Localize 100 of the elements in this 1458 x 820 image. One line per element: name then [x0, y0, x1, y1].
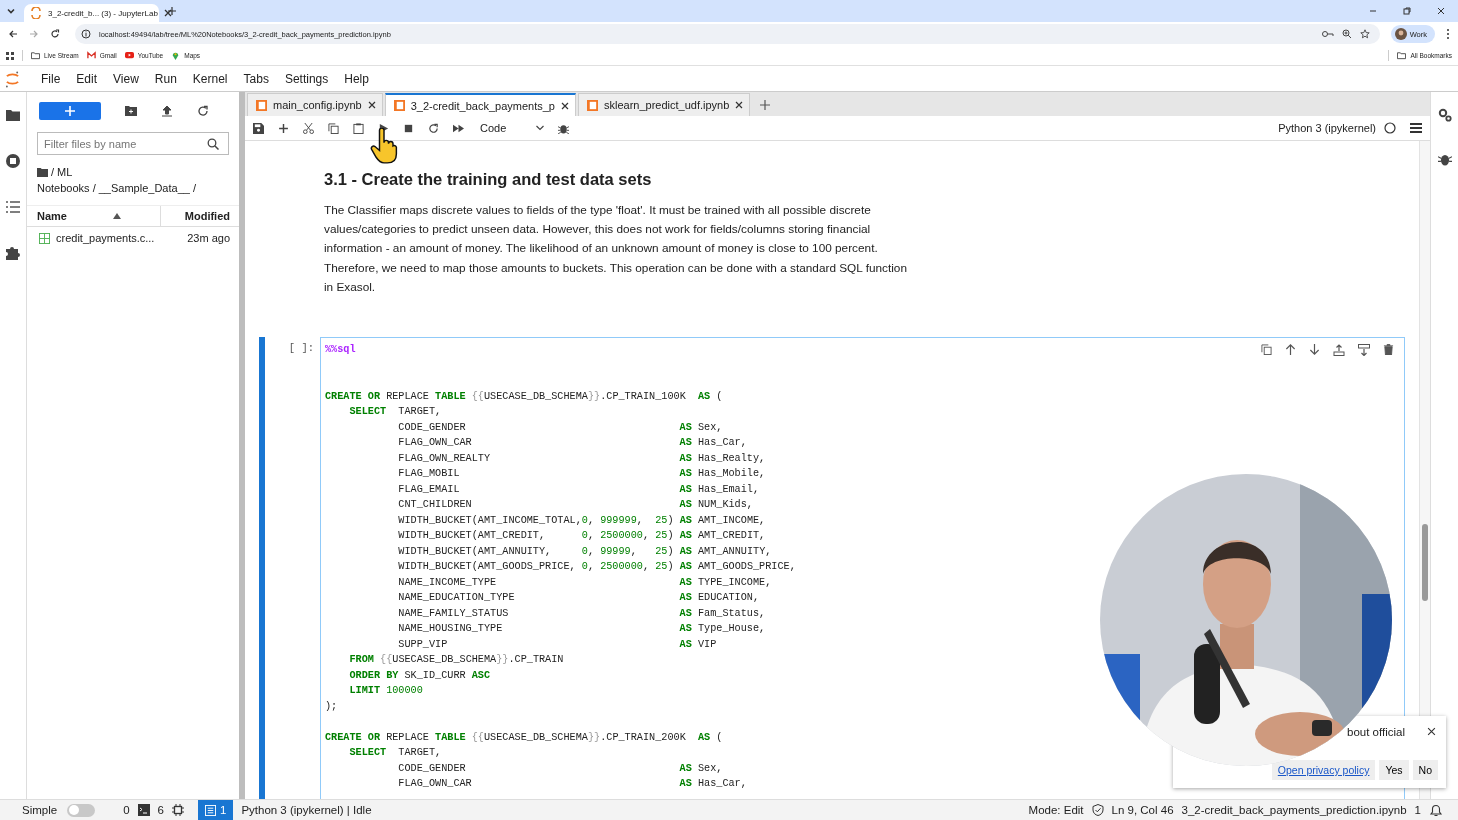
notebook-icon: [256, 99, 267, 111]
code-line: FLAG_OWN_CAR AS Has_Car,: [397, 777, 747, 791]
scrollbar-thumb[interactable]: [1422, 524, 1428, 601]
code-line: CREATE OR REPLACE TABLE {{USECASE_DB_SCHEMA}}.CP_TRAIN_200K AS (: [325, 730, 723, 745]
delete-icon[interactable]: [1383, 344, 1394, 355]
menu-item[interactable]: File: [33, 71, 69, 86]
restart-icon[interactable]: [428, 122, 439, 134]
new-launcher-button[interactable]: [39, 102, 101, 120]
cell-type-dropdown[interactable]: Code: [478, 122, 544, 134]
section-heading: 3.1 - Create the training and test data sets: [324, 169, 653, 190]
column-header[interactable]: Name: [27, 206, 161, 226]
paste-icon[interactable]: [353, 122, 364, 134]
close-icon[interactable]: [561, 101, 569, 110]
notification-count[interactable]: 1: [1414, 804, 1421, 816]
star-icon[interactable]: [1359, 29, 1370, 39]
insert-above-icon[interactable]: [1333, 344, 1345, 356]
info-icon[interactable]: [81, 29, 91, 39]
close-icon[interactable]: [163, 9, 172, 17]
code-line: NAME_HOUSING_TYPE AS Type_House,: [397, 622, 766, 636]
apps-grid-icon[interactable]: [6, 51, 14, 60]
cursor-position[interactable]: Ln 9, Col 46: [1111, 804, 1174, 816]
code-line: %%sql: [325, 343, 356, 357]
code-line: CREATE OR REPLACE TABLE {{USECASE_DB_SCHEMA}}.CP_TRAIN_100K AS (: [325, 389, 723, 404]
cell-count-badge[interactable]: 1: [197, 800, 234, 820]
refresh-icon[interactable]: [197, 105, 209, 117]
key-icon[interactable]: [1321, 28, 1334, 40]
code-line: FLAG_MOBIL AS Has_Mobile,: [397, 467, 766, 481]
bug-icon[interactable]: [1437, 152, 1452, 166]
add-cell-icon[interactable]: [278, 122, 289, 134]
gears-icon[interactable]: [1437, 108, 1452, 122]
plus-icon: [65, 106, 75, 116]
folder-icon[interactable]: [6, 108, 20, 122]
menu-item[interactable]: Help: [336, 71, 377, 86]
kernel-count[interactable]: 6: [157, 804, 164, 816]
notebook-icon: [393, 100, 405, 111]
new-tab-icon[interactable]: [167, 6, 177, 16]
notebook-icon: [587, 99, 598, 111]
menu-item[interactable]: Settings: [276, 71, 337, 86]
code-line: WIDTH_BUCKET(AMT_CREDIT, 0, 2500000, 25) AS AMT_CREDIT,: [397, 529, 766, 543]
new-folder-icon[interactable]: [125, 105, 137, 117]
privacy-policy-link[interactable]: Open privacy policy: [1271, 760, 1376, 780]
folder-icon: [1397, 51, 1407, 60]
restore-icon[interactable]: [1402, 6, 1412, 16]
folder-icon[interactable]: [37, 166, 48, 178]
simple-mode-toggle[interactable]: [67, 803, 96, 817]
menu-item[interactable]: Tabs: [235, 71, 277, 86]
notification-button[interactable]: Yes: [1379, 760, 1409, 780]
add-tab-icon[interactable]: [760, 100, 771, 110]
save-icon[interactable]: [253, 122, 264, 134]
search-icon: [207, 138, 219, 150]
code-line: CODE_GENDER AS Sex,: [397, 420, 723, 435]
menu-item[interactable]: Run: [146, 71, 185, 86]
code-line: FLAG_EMAIL AS Has_Email,: [397, 482, 760, 497]
chip-icon[interactable]: [171, 804, 184, 816]
terminal-count[interactable]: 0: [123, 804, 130, 816]
notebook-tab[interactable]: main_config.ipynb: [247, 93, 383, 116]
code-line: WIDTH_BUCKET(AMT_GOODS_PRICE, 0, 2500000, 25) AS AMT_GOODS_PRICE,: [397, 560, 796, 574]
file-modified: 23m ago: [187, 232, 230, 244]
notification-button[interactable]: No: [1412, 760, 1438, 780]
arrow-up-icon[interactable]: [1285, 344, 1296, 355]
reload-icon[interactable]: [50, 29, 60, 39]
bell-icon[interactable]: [1429, 803, 1443, 817]
menu-item[interactable]: Kernel: [184, 71, 236, 86]
close-icon[interactable]: [1436, 6, 1446, 16]
column-header[interactable]: Modified: [161, 206, 239, 226]
terminal-icon[interactable]: [137, 804, 150, 816]
stop-icon[interactable]: [403, 122, 414, 134]
code-line: LIMIT 100000: [348, 684, 423, 698]
arrow-down-icon[interactable]: [1309, 344, 1320, 355]
shield-check-icon[interactable]: [1091, 804, 1104, 816]
upload-icon[interactable]: [161, 105, 173, 117]
code-line: );: [325, 699, 338, 714]
close-icon[interactable]: [367, 101, 376, 109]
breadcrumb[interactable]: Notebooks / __Sample_Data__ /: [37, 180, 229, 196]
back-icon[interactable]: [8, 29, 18, 39]
puzzle-icon[interactable]: [6, 246, 20, 260]
notebook-tab[interactable]: sklearn_predict_udf.ipynb: [578, 93, 751, 116]
scissors-icon[interactable]: [303, 122, 314, 134]
menu-item[interactable]: View: [105, 71, 147, 86]
menu-dots-icon[interactable]: [1446, 28, 1450, 40]
filter-field[interactable]: Filter files by name: [37, 132, 229, 155]
close-icon[interactable]: [1427, 727, 1436, 736]
code-line: SELECT TARGET,: [348, 405, 442, 419]
bug-icon[interactable]: [558, 122, 569, 134]
tab-search-icon[interactable]: [6, 6, 16, 16]
insert-below-icon[interactable]: [1358, 344, 1370, 356]
menu-item[interactable]: Edit: [68, 71, 106, 86]
copy-icon[interactable]: [328, 122, 339, 134]
menu-icon[interactable]: [1410, 122, 1422, 134]
kernel-name[interactable]: Python 3 (ipykernel): [1278, 122, 1376, 134]
list-icon[interactable]: [6, 200, 20, 214]
kernel-status: Python 3 (ipykernel) | Idle: [241, 804, 372, 816]
file-row[interactable]: credit_payments.c... 23m ago: [27, 227, 239, 249]
breadcrumb[interactable]: / ML: [51, 164, 73, 180]
duplicate-icon[interactable]: [1261, 344, 1272, 355]
stop-circle-icon[interactable]: [6, 154, 20, 168]
fast-forward-icon[interactable]: [453, 122, 464, 134]
close-icon[interactable]: [735, 101, 744, 109]
notebook-tab[interactable]: 3_2-credit_back_payments_p: [384, 93, 576, 116]
zoom-icon[interactable]: [1341, 29, 1352, 39]
